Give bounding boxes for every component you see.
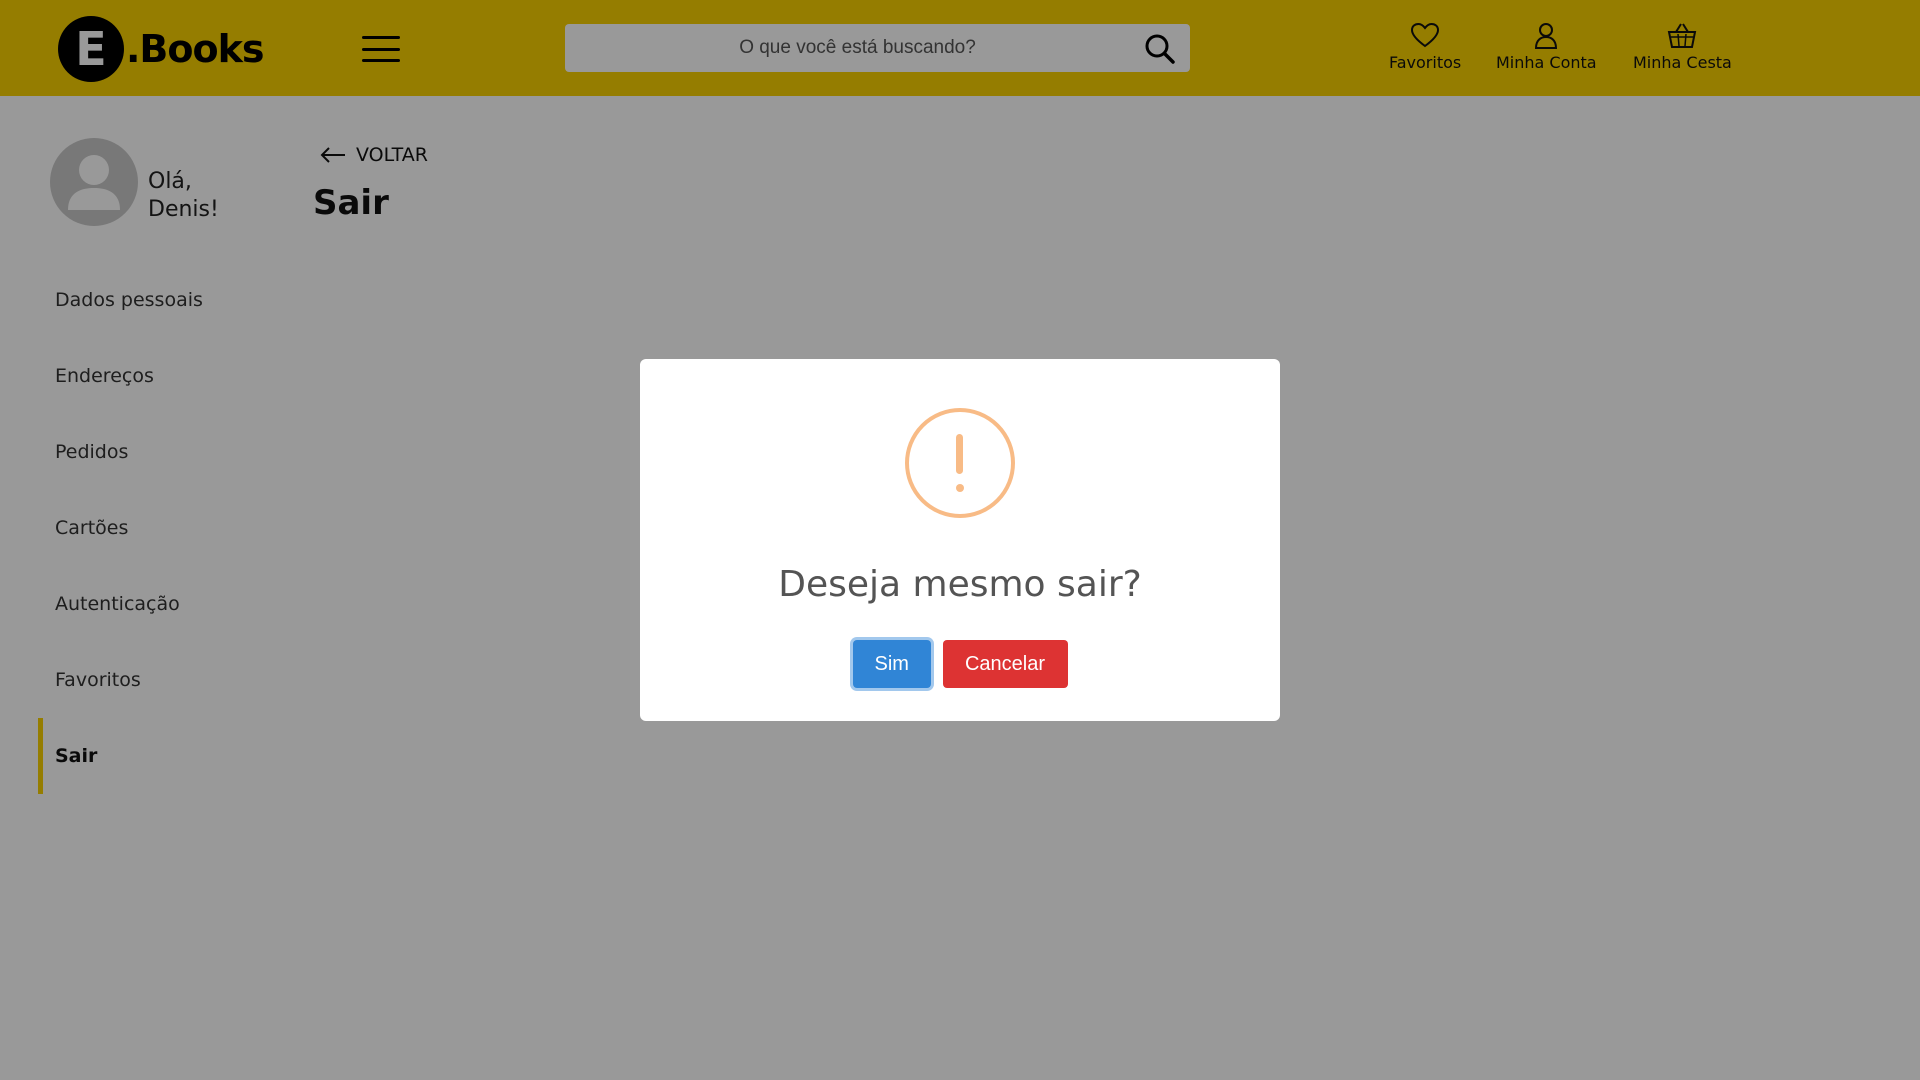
confirm-button[interactable]: Sim (852, 640, 931, 688)
cancel-button[interactable]: Cancelar (942, 640, 1068, 688)
dialog-title: Deseja mesmo sair? (778, 564, 1142, 605)
warning-icon (905, 408, 1015, 518)
dialog-actions: Sim Cancelar (640, 640, 1280, 688)
logout-confirm-dialog: Deseja mesmo sair? Sim Cancelar (640, 359, 1280, 721)
